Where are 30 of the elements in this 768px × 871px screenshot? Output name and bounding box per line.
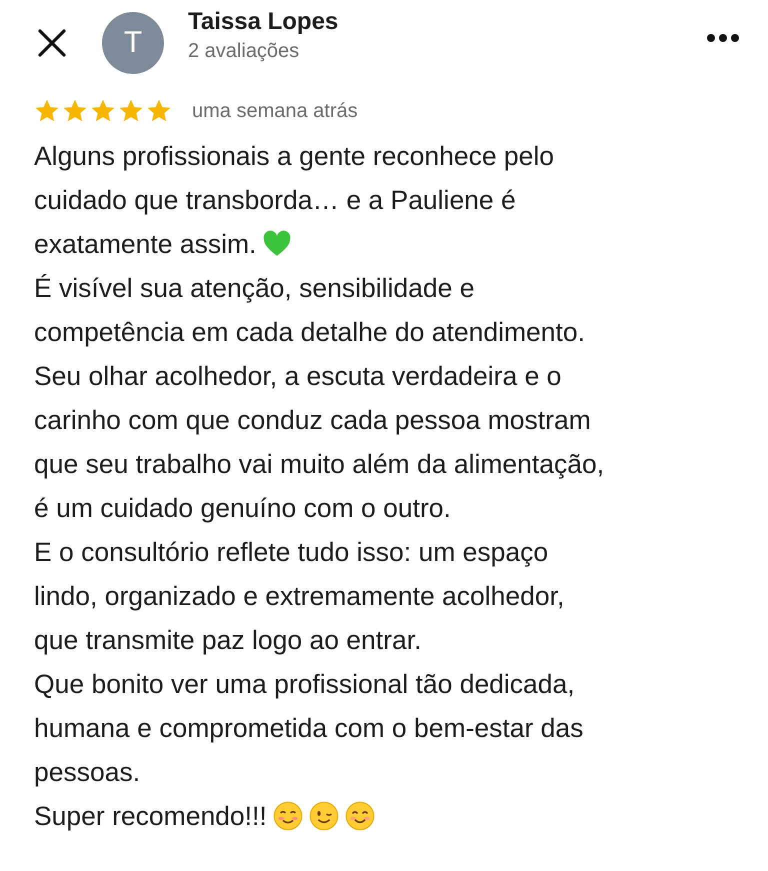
smiling-face-icon (344, 801, 375, 831)
star-icon (90, 98, 116, 124)
review-text: exatamente assim. (34, 229, 256, 259)
close-button[interactable] (36, 27, 68, 59)
review-text: competência em cada detalhe do atendimento. (34, 317, 585, 347)
review-text: que seu trabalho vai muito além da alimentação, (34, 449, 604, 479)
review-text: Alguns profissionais a gente reconhece pelo (34, 141, 554, 171)
review-count: 2 avaliações (188, 40, 300, 63)
review-text: cuidado que transborda… e a Pauliene é (34, 185, 516, 215)
review-text: que transmite paz logo ao entrar. (34, 625, 422, 655)
star-icon (62, 98, 88, 124)
review-text: Seu olhar acolhedor, a escuta verdadeira e o (34, 361, 562, 391)
star-icon (34, 98, 60, 124)
star-icon (146, 98, 172, 124)
review-text: humana e comprometida com o bem-estar das (34, 713, 584, 743)
smiling-face-icon (272, 801, 303, 831)
reviewer-name: Taissa Lopes (188, 8, 340, 36)
review-text: É visível sua atenção, sensibilidade e (34, 273, 474, 303)
star-icon (118, 98, 144, 124)
winking-face-icon (308, 801, 339, 831)
review-date: uma semana atrás (192, 100, 358, 122)
review-text: é um cuidado genuíno com o outro. (34, 493, 451, 523)
review-text: lindo, organizado e extremamente acolhedor, (34, 581, 564, 611)
review-text: pessoas. (34, 757, 140, 787)
avatar: T (102, 12, 164, 74)
review-text: Que bonito ver uma profissional tão dedicada, (34, 669, 575, 699)
review-text: E o consultório reflete tudo isso: um espaço (34, 537, 548, 567)
review-text: Super recomendo!!! (34, 801, 267, 831)
review-text: carinho com que conduz cada pessoa mostram (34, 405, 591, 435)
more-button[interactable] (706, 32, 740, 44)
